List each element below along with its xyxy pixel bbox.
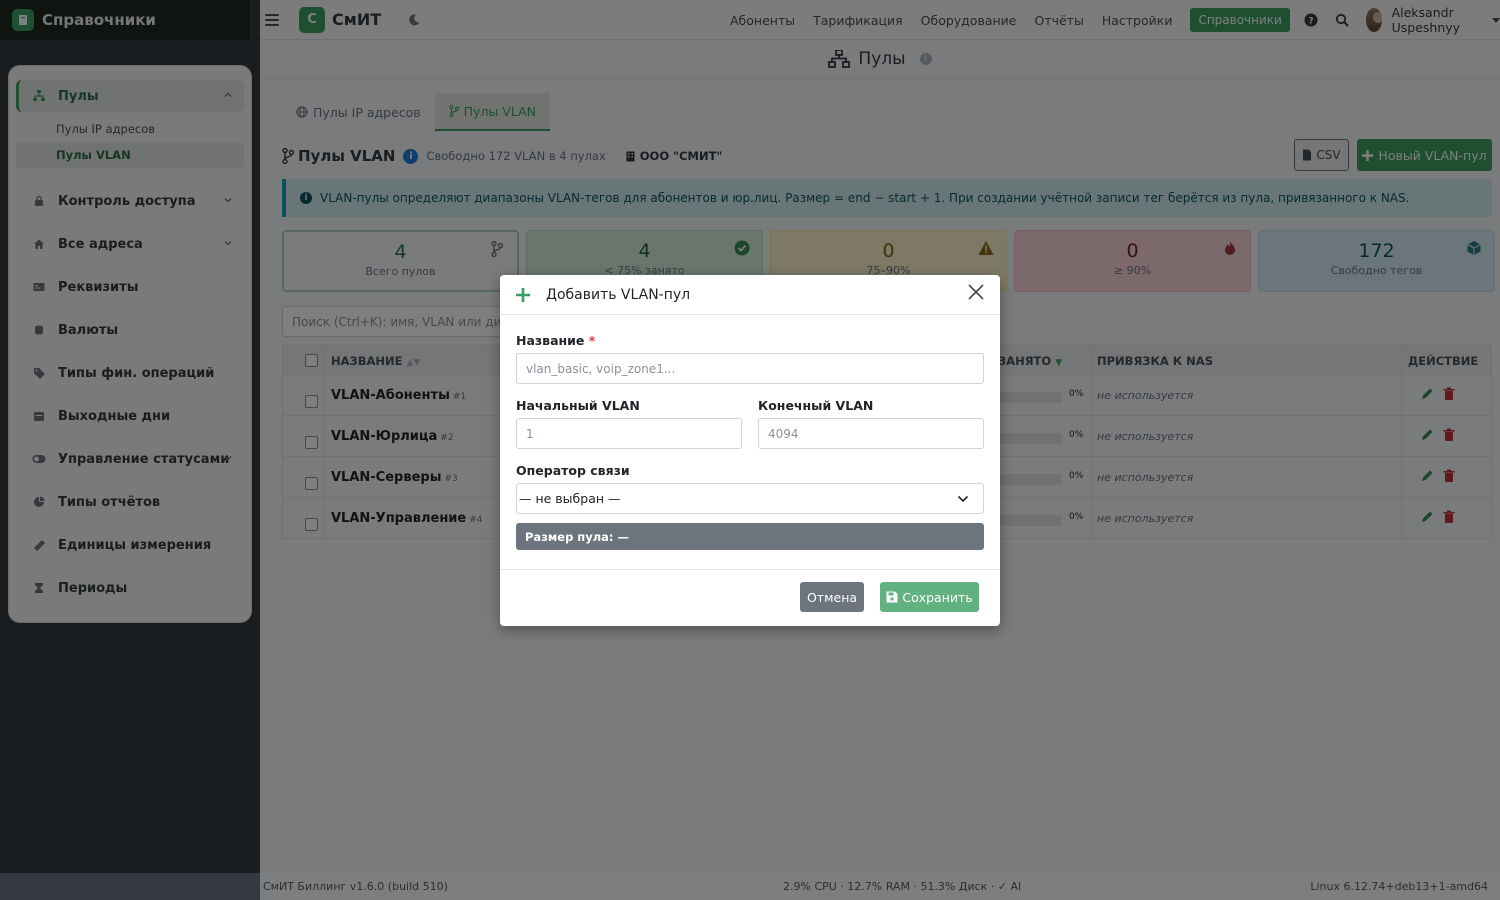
save-label: Сохранить [902,589,973,605]
status-footer: СмИТ Биллинг v1.6.0 (build 510) 2.9% CPU… [260,873,1500,900]
save-icon [886,591,898,603]
plus-icon [516,287,530,302]
operator-label: Оператор связи [516,463,630,478]
modal-header: Добавить VLAN-пул [500,275,1000,315]
end-vlan-input[interactable]: 4094 [758,418,984,449]
modal-body: Название * vlan_basic, voip_zone1... Нач… [500,315,1000,570]
modal-title: Добавить VLAN-пул [546,286,691,303]
footer-version: СмИТ Биллинг v1.6.0 (build 510) [263,880,448,893]
add-vlan-pool-dialog: Добавить VLAN-пул Название * vlan_basic,… [500,275,1000,626]
operator-selected-value: — не выбран — [519,491,621,506]
pool-name-input[interactable]: vlan_basic, voip_zone1... [516,353,984,384]
pool-size-indicator: Размер пула: — [516,523,984,550]
name-field-label: Название * [516,333,596,348]
modal-footer: Отмена Сохранить [500,569,1000,626]
start-vlan-label: Начальный VLAN [516,398,640,413]
cancel-button[interactable]: Отмена [800,582,864,612]
close-icon[interactable] [966,282,986,302]
footer-kernel: Linux 6.12.74+deb13+1-amd64 [1310,880,1488,893]
required-mark: * [588,333,596,348]
footer-system-stats: 2.9% CPU · 12.7% RAM · 51.3% Диск · ✓ AI [783,880,1022,893]
save-button[interactable]: Сохранить [880,582,979,612]
end-vlan-label: Конечный VLAN [758,398,874,413]
operator-select[interactable]: — не выбран — [516,483,984,514]
start-vlan-input[interactable]: 1 [516,418,742,449]
chevron-down-icon [957,495,969,503]
